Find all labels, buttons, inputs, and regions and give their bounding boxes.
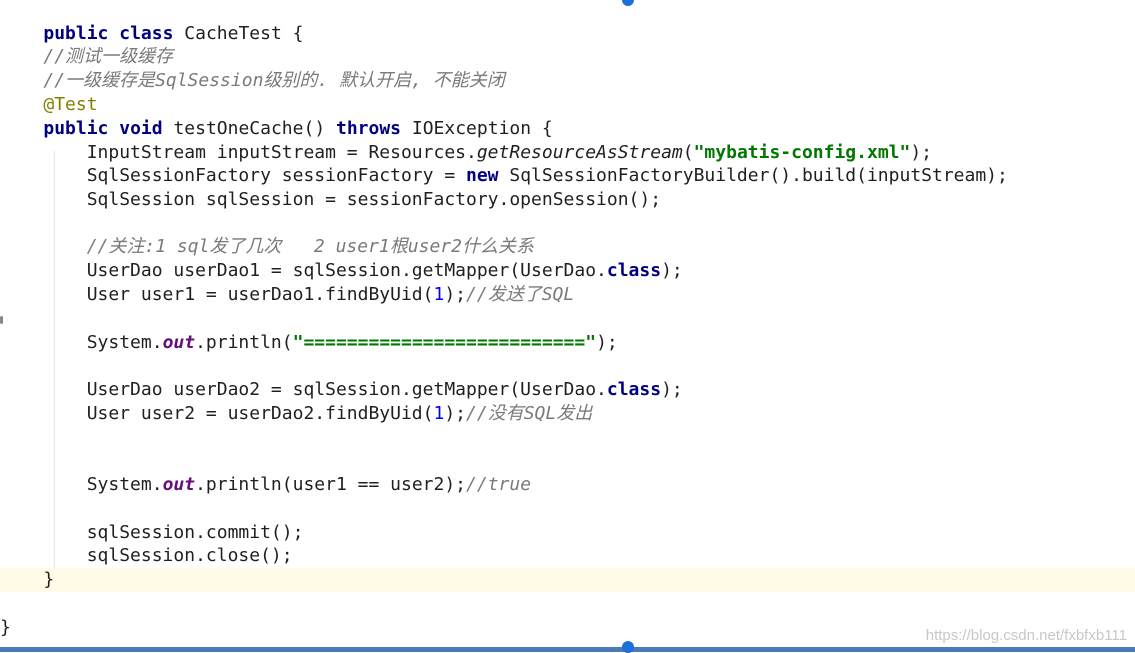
code-line-comment[interactable]: //测试一级缓存 (0, 45, 1135, 69)
code-text: SqlSessionFactoryBuilder().build(inputSt… (498, 165, 1008, 186)
bottom-scroll-handle[interactable] (622, 641, 634, 653)
class-name: CacheTest { (184, 23, 304, 44)
static-method: getResourceAsStream (476, 142, 683, 163)
static-field: out (162, 474, 196, 495)
code-text: sqlSession.commit(); (86, 522, 304, 543)
code-line-class-decl[interactable]: public class CacheTest { (0, 0, 1135, 44)
code-text: ); (661, 260, 683, 281)
code-line[interactable]: System.out.println(user1 == user2);//tru… (0, 473, 1135, 497)
code-text: sqlSession.close(); (86, 545, 293, 566)
code-text: ); (910, 142, 933, 163)
code-text: ); (444, 403, 467, 424)
code-text: .println(user1 == user2); (195, 474, 467, 495)
code-line-current[interactable]: } (0, 568, 1135, 592)
code-text: ); (444, 284, 467, 305)
keyword-new: new (466, 165, 499, 186)
class-close-brace: } (0, 617, 11, 638)
keyword-class: class (606, 379, 662, 400)
keyword-public: public (43, 23, 109, 44)
code-line[interactable]: User user2 = userDao2.findByUid(1);//没有S… (0, 402, 1135, 426)
code-line-method-decl[interactable]: public void testOneCache() throws IOExce… (0, 117, 1135, 141)
code-line[interactable]: User user1 = userDao1.findByUid(1);//发送了… (0, 283, 1135, 307)
keyword-class: class (606, 260, 662, 281)
code-line[interactable]: UserDao userDao1 = sqlSession.getMapper(… (0, 259, 1135, 283)
code-line[interactable]: sqlSession.close(); (0, 544, 1135, 568)
code-text: User user1 = userDao1.findByUid( (86, 284, 434, 305)
exception-type: IOException { (411, 118, 553, 139)
static-field: out (162, 332, 196, 353)
code-line-comment[interactable]: //一级缓存是SqlSession级别的. 默认开启, 不能关闭 (0, 69, 1135, 93)
code-text: SqlSession sqlSession = sessionFactory.o… (86, 189, 662, 210)
bottom-progress-bar (0, 647, 1135, 652)
watermark: https://blog.csdn.net/fxbfxb111 (925, 627, 1127, 644)
annotation: @Test (43, 94, 98, 115)
code-line[interactable]: SqlSessionFactory sessionFactory = new S… (0, 164, 1135, 188)
code-line[interactable]: System.out.println("====================… (0, 331, 1135, 355)
code-line[interactable]: SqlSession sqlSession = sessionFactory.o… (0, 188, 1135, 212)
code-text: System. (86, 332, 163, 353)
keyword-void: void (119, 118, 163, 139)
code-text: System. (86, 474, 163, 495)
keyword-class: class (119, 23, 174, 44)
code-line[interactable]: sqlSession.commit(); (0, 521, 1135, 545)
comment: //关注:1 sql发了几次 2 user1根user2什么关系 (86, 236, 534, 257)
code-text: ( (682, 142, 694, 163)
indent-guide (54, 150, 55, 570)
comment: //true (466, 474, 532, 495)
code-text: .println( (195, 332, 293, 353)
code-text: User user2 = userDao2.findByUid( (86, 403, 434, 424)
code-line[interactable]: UserDao userDao2 = sqlSession.getMapper(… (0, 378, 1135, 402)
method-close-brace: } (43, 569, 55, 590)
code-line-comment[interactable]: //关注:1 sql发了几次 2 user1根user2什么关系 (0, 235, 1135, 259)
code-text: ); (661, 379, 683, 400)
comment: //一级缓存是SqlSession级别的. 默认开启, 不能关闭 (43, 70, 505, 91)
keyword-throws: throws (336, 118, 402, 139)
code-text: SqlSessionFactory sessionFactory = (86, 165, 466, 186)
number-literal: 1 (433, 403, 445, 424)
comment: //没有SQL发出 (466, 403, 593, 424)
code-editor[interactable]: public class CacheTest { //测试一级缓存 //一级缓存… (0, 0, 1135, 652)
code-text: UserDao userDao1 = sqlSession.getMapper(… (86, 260, 607, 281)
comment: //测试一级缓存 (43, 46, 174, 67)
code-text: InputStream inputStream = Resources. (86, 142, 477, 163)
comment: //发送了SQL (466, 284, 575, 305)
code-text: UserDao userDao2 = sqlSession.getMapper(… (86, 379, 607, 400)
keyword-public: public (43, 118, 109, 139)
gutter-marker (0, 316, 3, 324)
string-literal: "==========================" (292, 332, 597, 353)
code-line-annotation[interactable]: @Test (0, 93, 1135, 117)
method-name: testOneCache() (173, 118, 326, 139)
number-literal: 1 (433, 284, 445, 305)
code-text: ); (596, 332, 618, 353)
code-line[interactable]: InputStream inputStream = Resources.getR… (0, 141, 1135, 165)
string-literal: "mybatis-config.xml" (693, 142, 911, 163)
